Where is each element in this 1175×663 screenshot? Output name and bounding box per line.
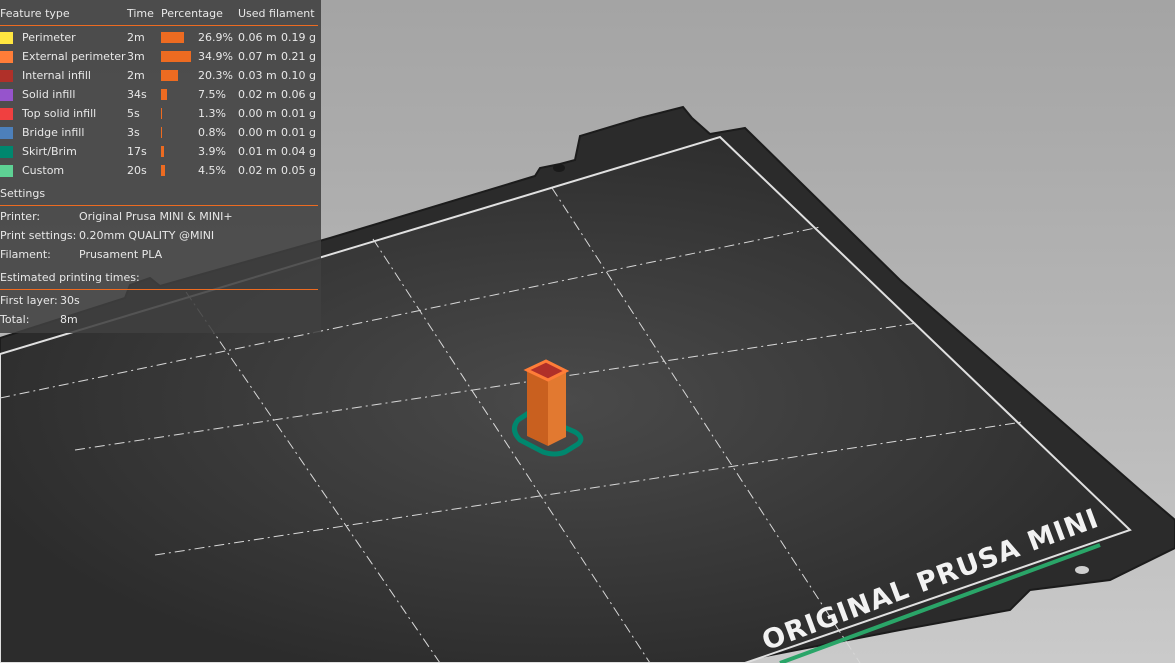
settings-title: Settings: [0, 187, 46, 200]
filament-label: Filament:: [0, 248, 51, 261]
print-settings-row: Print settings: 0.20mm QUALITY @MINI: [0, 229, 321, 245]
feature-length: 0.00 m: [238, 107, 277, 120]
feature-weight: 0.04 g: [281, 145, 316, 158]
feature-name: Bridge infill: [22, 126, 85, 139]
total-time-value: 8m: [60, 313, 78, 326]
feature-length: 0.00 m: [238, 126, 277, 139]
feature-length: 0.03 m: [238, 69, 277, 82]
feature-percentage: 7.5%: [198, 88, 226, 101]
printer-row: Printer: Original Prusa MINI & MINI+: [0, 210, 321, 226]
feature-percentage: 4.5%: [198, 164, 226, 177]
feature-name: Custom: [22, 164, 65, 177]
total-time-row: Total: 8m: [0, 313, 321, 329]
feature-name: Perimeter: [22, 31, 76, 44]
settings-divider: [0, 205, 318, 206]
printer-value: Original Prusa MINI & MINI+: [79, 210, 233, 223]
feature-percentage: 26.9%: [198, 31, 233, 44]
feature-length: 0.02 m: [238, 164, 277, 177]
feature-length: 0.01 m: [238, 145, 277, 158]
first-layer-row: First layer: 30s: [0, 294, 321, 310]
feature-percentage: 34.9%: [198, 50, 233, 63]
feature-color-swatch: [0, 70, 13, 82]
filament-value: Prusament PLA: [79, 248, 163, 261]
feature-row[interactable]: Skirt/Brim 17s 3.9% 0.01 m 0.04 g: [0, 143, 321, 162]
feature-row[interactable]: Solid infill 34s 7.5% 0.02 m 0.06 g: [0, 86, 321, 105]
feature-time: 2m: [127, 69, 145, 82]
object-front-face: [527, 370, 548, 446]
header-divider: [0, 25, 318, 26]
feature-percentage-bar: [161, 70, 178, 81]
header-percentage: Percentage: [161, 7, 223, 20]
feature-weight: 0.06 g: [281, 88, 316, 101]
feature-weight: 0.05 g: [281, 164, 316, 177]
feature-time: 17s: [127, 145, 147, 158]
feature-row[interactable]: Top solid infill 5s 1.3% 0.00 m 0.01 g: [0, 105, 321, 124]
feature-weight: 0.19 g: [281, 31, 316, 44]
print-settings-value: 0.20mm QUALITY @MINI: [79, 229, 215, 242]
feature-name: Skirt/Brim: [22, 145, 77, 158]
feature-row[interactable]: Bridge infill 3s 0.8% 0.00 m 0.01 g: [0, 124, 321, 143]
feature-weight: 0.21 g: [281, 50, 316, 63]
feature-time: 5s: [127, 107, 140, 120]
feature-percentage-bar: [161, 51, 191, 62]
feature-percentage: 3.9%: [198, 145, 226, 158]
feature-color-swatch: [0, 89, 13, 101]
feature-color-swatch: [0, 51, 13, 63]
feature-percentage-bar: [161, 165, 165, 176]
feature-length: 0.02 m: [238, 88, 277, 101]
first-layer-label: First layer:: [0, 294, 58, 307]
feature-percentage-bar: [161, 108, 162, 119]
feature-length: 0.06 m: [238, 31, 277, 44]
feature-time: 2m: [127, 31, 145, 44]
header-feature-type: Feature type: [0, 7, 70, 20]
feature-color-swatch: [0, 108, 13, 120]
estimated-divider: [0, 289, 318, 290]
filament-row: Filament: Prusament PLA: [0, 248, 321, 264]
object-side-face: [548, 371, 566, 446]
feature-percentage-bar: [161, 146, 164, 157]
feature-color-swatch: [0, 165, 13, 177]
legend-header: Feature type Time Percentage Used filame…: [0, 7, 321, 23]
feature-percentage: 1.3%: [198, 107, 226, 120]
feature-percentage: 0.8%: [198, 126, 226, 139]
feature-name: External perimeter: [22, 50, 126, 63]
feature-length: 0.07 m: [238, 50, 277, 63]
sheet-pin: [553, 164, 565, 172]
feature-percentage-bar: [161, 32, 184, 43]
feature-row[interactable]: Perimeter 2m 26.9% 0.06 m 0.19 g: [0, 29, 321, 48]
total-time-label: Total:: [0, 313, 30, 326]
feature-row[interactable]: External perimeter 3m 34.9% 0.07 m 0.21 g: [0, 48, 321, 67]
first-layer-value: 30s: [60, 294, 80, 307]
feature-weight: 0.01 g: [281, 107, 316, 120]
feature-percentage: 20.3%: [198, 69, 233, 82]
feature-row[interactable]: Internal infill 2m 20.3% 0.03 m 0.10 g: [0, 67, 321, 86]
feature-time: 20s: [127, 164, 147, 177]
feature-color-swatch: [0, 127, 13, 139]
feature-name: Solid infill: [22, 88, 76, 101]
print-settings-label: Print settings:: [0, 229, 77, 242]
feature-time: 3s: [127, 126, 140, 139]
feature-percentage-bar: [161, 89, 167, 100]
feature-percentage-bar: [161, 127, 162, 138]
estimated-times-title: Estimated printing times:: [0, 271, 140, 284]
legend-panel: Feature type Time Percentage Used filame…: [0, 0, 321, 333]
feature-weight: 0.10 g: [281, 69, 316, 82]
header-used-filament: Used filament: [238, 7, 315, 20]
feature-row[interactable]: Custom 20s 4.5% 0.02 m 0.05 g: [0, 162, 321, 181]
feature-color-swatch: [0, 32, 13, 44]
feature-color-swatch: [0, 146, 13, 158]
feature-time: 3m: [127, 50, 145, 63]
feature-time: 34s: [127, 88, 147, 101]
header-time: Time: [127, 7, 154, 20]
feature-name: Internal infill: [22, 69, 91, 82]
feature-name: Top solid infill: [22, 107, 97, 120]
feature-weight: 0.01 g: [281, 126, 316, 139]
printer-label: Printer:: [0, 210, 41, 223]
sheet-mount-hole: [1075, 566, 1089, 574]
